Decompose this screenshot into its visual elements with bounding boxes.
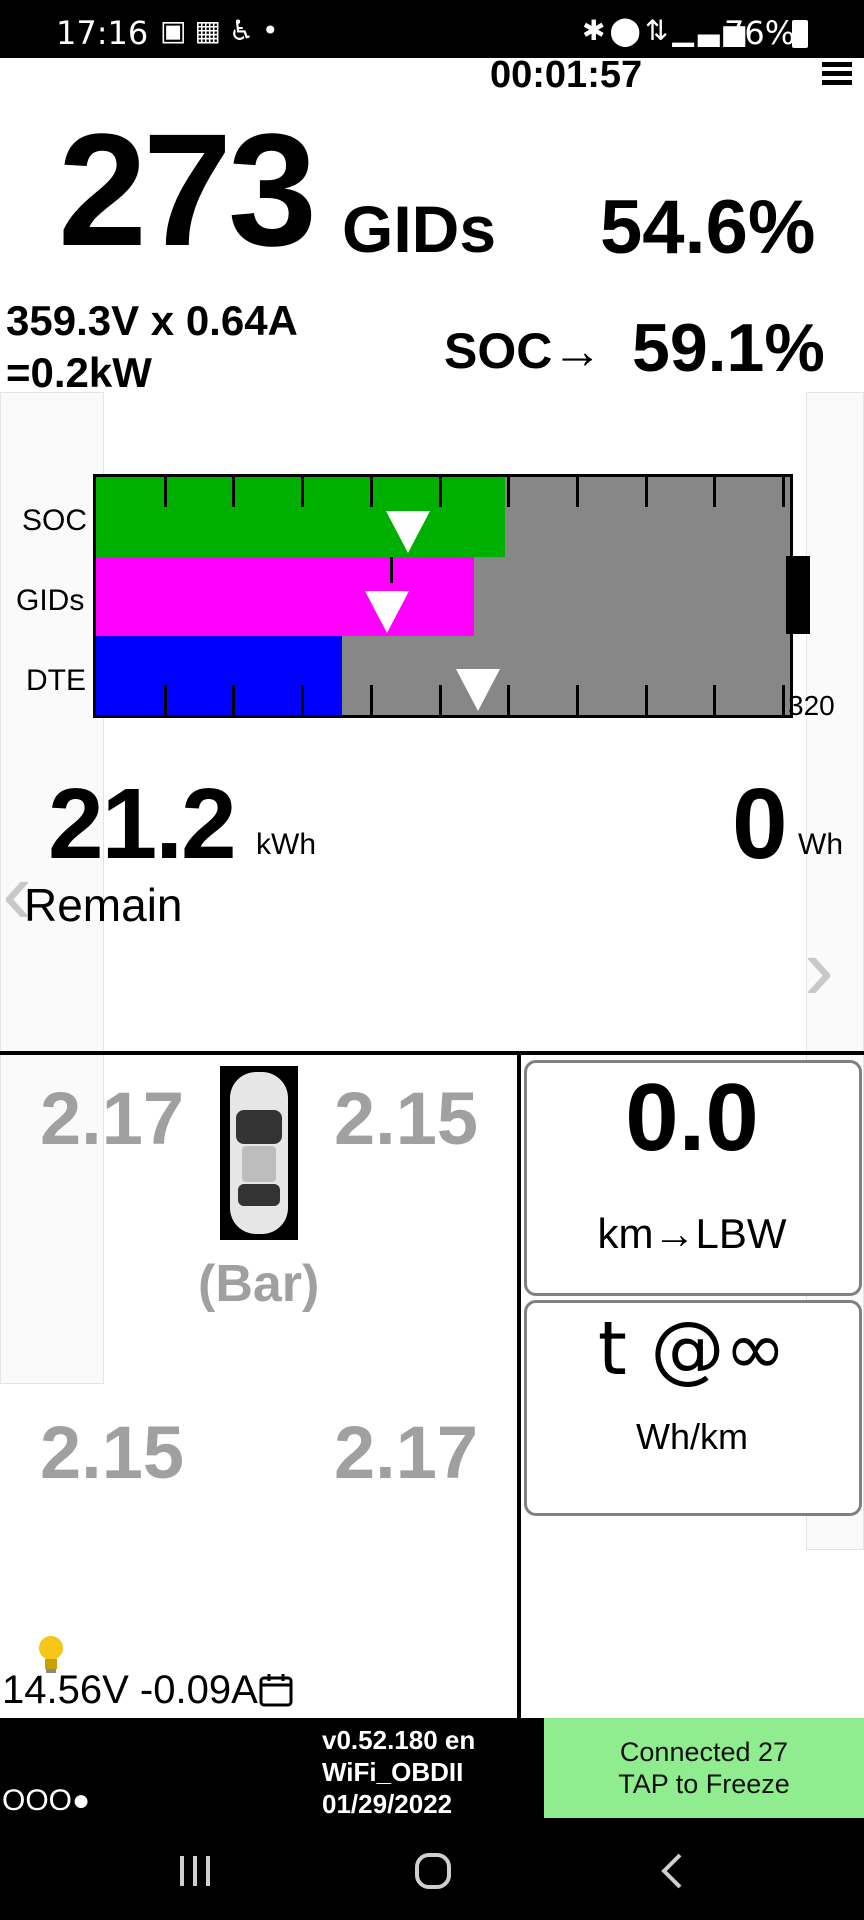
bar-label-soc: SOC bbox=[22, 504, 88, 537]
car-icon bbox=[220, 1066, 298, 1240]
bar-tick bbox=[164, 477, 167, 507]
notification-icons: ▣▦♿• bbox=[160, 14, 287, 47]
bar-tick bbox=[301, 477, 304, 507]
gallery-icon: ▦ bbox=[194, 14, 229, 47]
tire-front-right: 2.15 bbox=[334, 1077, 479, 1160]
soc-marker-icon bbox=[386, 511, 430, 553]
used-energy: 0 bbox=[732, 768, 788, 880]
battery-icon bbox=[792, 20, 808, 48]
range-to-lbw: 0.0 bbox=[625, 1064, 759, 1171]
bar-tick bbox=[370, 477, 373, 507]
remaining-energy: 21.2 bbox=[48, 768, 237, 880]
bar-tick bbox=[645, 685, 648, 715]
bar-label-gids: GIDs bbox=[16, 584, 85, 617]
bar-tick bbox=[164, 685, 167, 715]
adapter-label: WiFi_OBDII bbox=[322, 1757, 464, 1787]
status-bar: 17:16 ▣▦♿• ✱⬤⇅▁▃▅ 76% bbox=[0, 0, 864, 58]
battery-terminal bbox=[786, 556, 810, 634]
home-icon[interactable] bbox=[414, 1852, 452, 1895]
bar-tick bbox=[370, 685, 373, 715]
bar-tick bbox=[645, 477, 648, 507]
aux-battery-readout: 14.56V -0.09A bbox=[2, 1668, 258, 1712]
bar-tick bbox=[507, 477, 510, 507]
chevron-left-icon[interactable]: ‹ bbox=[2, 848, 32, 938]
remain-label: Remain bbox=[24, 879, 183, 931]
android-nav-bar bbox=[0, 1818, 864, 1920]
bar-tick bbox=[782, 685, 785, 715]
soc-value: 59.1% bbox=[632, 310, 825, 386]
section-divider bbox=[0, 1051, 864, 1055]
range-label: km→LBW bbox=[597, 1210, 787, 1257]
battery-bar-chart[interactable] bbox=[93, 474, 793, 718]
efficiency-label: Wh/km bbox=[636, 1416, 748, 1457]
bar-tick bbox=[390, 557, 393, 583]
remaining-energy-unit: kWh bbox=[256, 828, 316, 861]
freeze-button[interactable]: Connected 27 TAP to Freeze bbox=[544, 1718, 864, 1818]
bluetooth-icon: ✱ bbox=[582, 14, 610, 47]
tire-rear-left: 2.15 bbox=[40, 1411, 185, 1494]
bar-tick bbox=[439, 477, 442, 507]
connection-dots: OOO● bbox=[2, 1784, 91, 1817]
bar-tick bbox=[439, 685, 442, 715]
efficiency-value: t @∞ bbox=[597, 1306, 787, 1392]
bar-tick bbox=[713, 477, 716, 507]
gids-value: 273 bbox=[58, 100, 317, 279]
tire-pressure-unit: (Bar) bbox=[198, 1255, 320, 1313]
bar-tick bbox=[232, 477, 235, 507]
used-energy-unit: Wh bbox=[798, 828, 843, 861]
bar-tick bbox=[232, 685, 235, 715]
bar-tick bbox=[713, 685, 716, 715]
gids-percent: 54.6% bbox=[600, 185, 816, 270]
date-label: 01/29/2022 bbox=[322, 1789, 453, 1819]
hamburger-menu-icon[interactable] bbox=[822, 62, 852, 86]
voltage-current: 359.3V x 0.64A bbox=[6, 297, 298, 344]
calendar-icon[interactable] bbox=[258, 1672, 294, 1708]
recent-apps-icon[interactable] bbox=[178, 1854, 212, 1893]
bar-tick bbox=[507, 685, 510, 715]
tap-to-freeze-label: TAP to Freeze bbox=[618, 1769, 790, 1799]
bar-tick bbox=[782, 477, 785, 507]
gids-bar bbox=[96, 557, 474, 636]
battery-percent: 76% bbox=[724, 14, 796, 52]
bar-tick bbox=[576, 685, 579, 715]
power-kw: =0.2kW bbox=[6, 349, 152, 396]
bar-tick bbox=[576, 477, 579, 507]
soc-label: SOC→ bbox=[444, 323, 603, 379]
tire-front-left: 2.17 bbox=[40, 1077, 185, 1160]
status-time: 17:16 bbox=[56, 14, 149, 52]
data-icon: ⇅ bbox=[644, 14, 673, 47]
connected-status: Connected 27 bbox=[619, 1737, 789, 1767]
tire-rear-right: 2.17 bbox=[334, 1411, 479, 1494]
location-icon: ⬤ bbox=[609, 14, 645, 47]
gids-marker-icon bbox=[365, 591, 409, 633]
dte-bar bbox=[96, 636, 342, 715]
gids-unit: GIDs bbox=[342, 192, 497, 266]
dte-marker-icon bbox=[456, 669, 500, 711]
chevron-right-icon[interactable]: › bbox=[804, 924, 834, 1014]
column-divider bbox=[517, 1051, 521, 1719]
bar-max-label: 320 bbox=[788, 690, 835, 721]
bar-label-dte: DTE bbox=[26, 664, 86, 697]
back-icon[interactable] bbox=[660, 1852, 684, 1895]
accessibility-icon: ♿ bbox=[228, 14, 263, 47]
image-icon: ▣ bbox=[160, 14, 195, 47]
session-timer: 00:01:57 bbox=[490, 54, 643, 96]
version-info: v0.52.180 en WiFi_OBDII 01/29/2022 bbox=[322, 1724, 475, 1820]
bar-tick bbox=[301, 685, 304, 715]
dot-icon: • bbox=[262, 14, 287, 47]
version-label: v0.52.180 en bbox=[322, 1725, 476, 1755]
